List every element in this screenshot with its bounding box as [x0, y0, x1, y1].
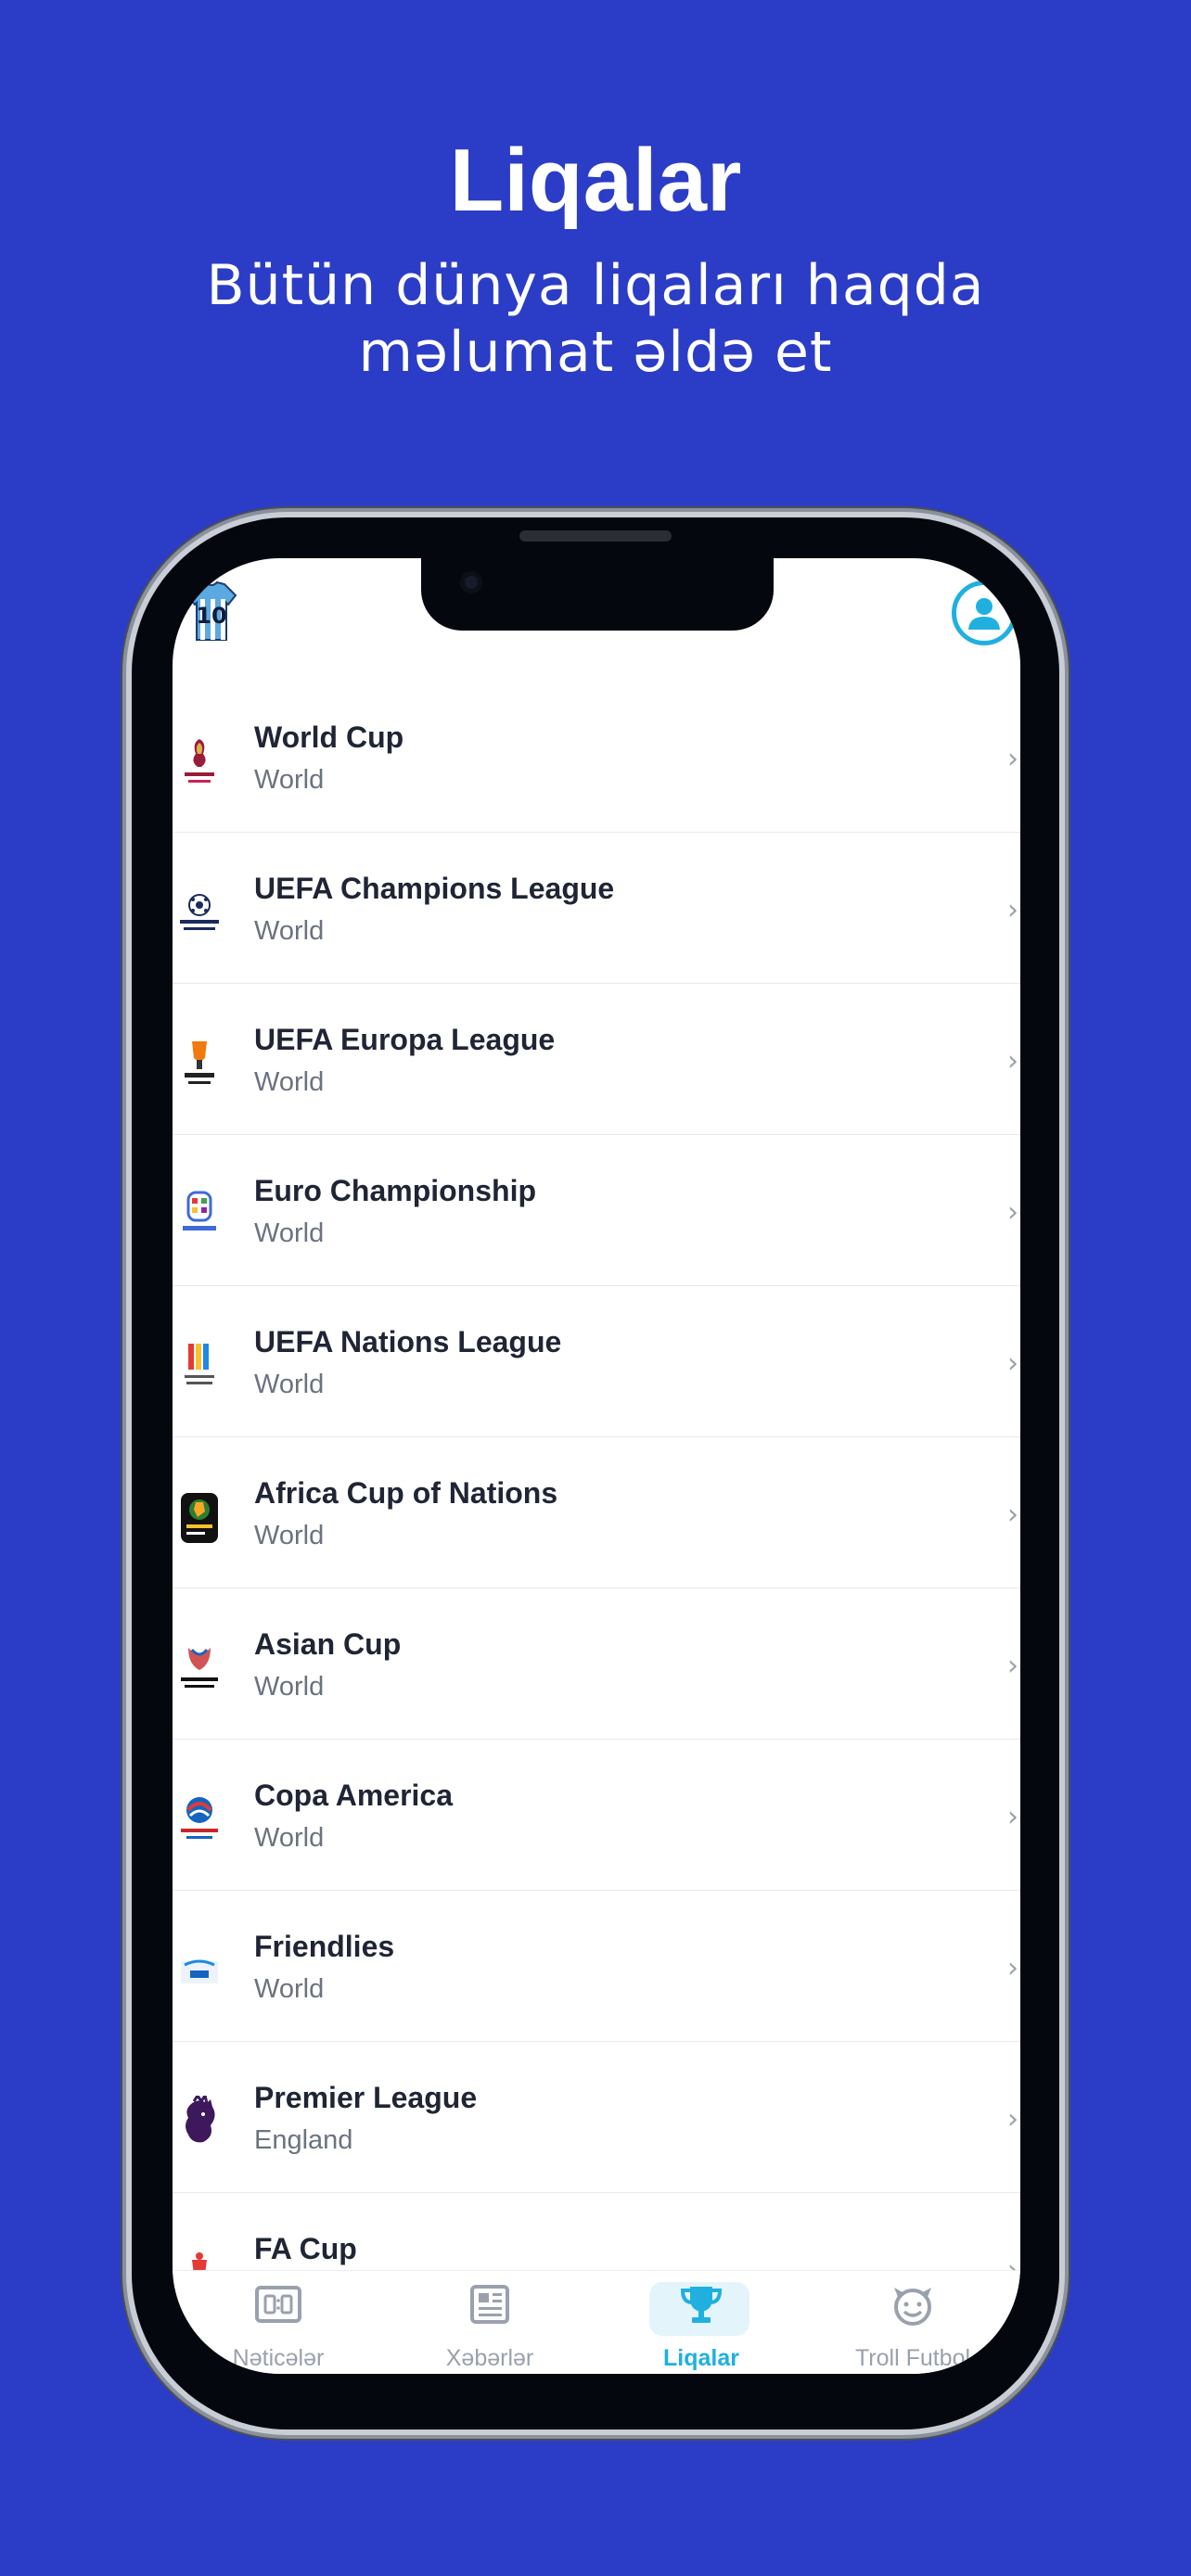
world-cup-logo: [178, 735, 221, 789]
tab-label: Troll Futbol: [854, 2345, 971, 2371]
fifa-logo: [178, 1945, 221, 1998]
tab-leagues[interactable]: Liqalar: [596, 2271, 807, 2374]
league-name: Premier League: [254, 2081, 478, 2114]
mute-switch: [121, 903, 130, 966]
troll-face-icon: [890, 2284, 935, 2331]
promo-subtitle-line-2: məlumat əldə et: [358, 320, 833, 385]
league-country: World: [254, 1672, 325, 1702]
tab-troll-football[interactable]: Troll Futbol: [807, 2271, 1018, 2374]
league-name: UEFA Europa League: [254, 1023, 556, 1056]
europa-league-logo: [178, 1038, 221, 1091]
league-name: UEFA Champions League: [254, 872, 615, 905]
league-item-nations-league[interactable]: UEFA Nations League World ›: [173, 1286, 1020, 1437]
league-name: World Cup: [254, 721, 404, 754]
phone-notch: [421, 558, 774, 631]
tab-label: Nəticələr: [232, 2345, 325, 2371]
chevron-right-icon: ›: [1007, 2103, 1018, 2136]
chevron-right-icon: ›: [1007, 743, 1018, 775]
league-country: World: [254, 1218, 325, 1248]
league-item-friendlies[interactable]: Friendlies World ›: [173, 1891, 1020, 2042]
volume-down-button: [121, 1224, 130, 1361]
promo-title: Liqalar: [449, 131, 742, 230]
phone-screen: 10 World Cup World › UEFA Champions Leag…: [173, 558, 1020, 2374]
champions-league-logo: [178, 886, 221, 940]
chevron-right-icon: ›: [1007, 1498, 1018, 1531]
chevron-right-icon: ›: [1007, 1196, 1018, 1229]
profile-button[interactable]: [952, 580, 1017, 645]
chevron-right-icon: ›: [1007, 1347, 1018, 1380]
caf-logo: [178, 1491, 221, 1545]
chevron-right-icon: ›: [1007, 894, 1018, 926]
jersey-number: 10: [196, 603, 226, 629]
front-camera: [460, 571, 482, 593]
phone-speaker: [519, 530, 672, 542]
league-item-champions-league[interactable]: UEFA Champions League World ›: [173, 833, 1020, 984]
jersey-icon[interactable]: 10: [186, 580, 237, 642]
user-icon: [968, 598, 1000, 630]
afc-asian-cup-logo: [178, 1642, 221, 1696]
league-name: Asian Cup: [254, 1627, 402, 1661]
league-item-asian-cup[interactable]: Asian Cup World ›: [173, 1588, 1020, 1740]
league-item-world-cup[interactable]: World Cup World ›: [173, 682, 1020, 833]
chevron-right-icon: ›: [1007, 1045, 1018, 1078]
copa-america-logo: [178, 1793, 221, 1847]
league-item-premier-league[interactable]: Premier League England ›: [173, 2042, 1020, 2193]
trophy-icon: [680, 2284, 723, 2329]
league-name: Copa America: [254, 1779, 453, 1812]
premier-league-logo: [178, 2096, 221, 2149]
euro-2024-logo: [178, 1189, 221, 1243]
league-list: World Cup World › UEFA Champions League …: [173, 682, 1020, 2344]
chevron-right-icon: ›: [1007, 1952, 1018, 1984]
league-country: World: [254, 1823, 325, 1853]
league-name: Euro Championship: [254, 1174, 536, 1207]
promo-subtitle: Bütün dünya liqaları haqda məlumat əldə …: [0, 252, 1191, 386]
league-item-africa-cup[interactable]: Africa Cup of Nations World ›: [173, 1437, 1020, 1588]
scoreboard-icon: [254, 2284, 302, 2329]
newspaper-icon: [468, 2284, 511, 2329]
league-item-copa-america[interactable]: Copa America World ›: [173, 1740, 1020, 1891]
tab-label: Liqalar: [663, 2345, 739, 2371]
league-name: UEFA Nations League: [254, 1325, 562, 1358]
tab-bar: Nəticələr Xəbərlər Liqalar Troll Futbol: [173, 2270, 1020, 2374]
league-country: World: [254, 1370, 325, 1399]
nations-league-logo: [178, 1340, 221, 1394]
power-button: [1061, 1090, 1070, 1309]
league-item-europa-league[interactable]: UEFA Europa League World ›: [173, 984, 1020, 1135]
league-country: England: [254, 2125, 353, 2155]
chevron-right-icon: ›: [1007, 1801, 1018, 1833]
league-name: Friendlies: [254, 1930, 395, 1963]
league-country: World: [254, 1521, 325, 1550]
league-country: World: [254, 1974, 325, 2004]
league-country: World: [254, 916, 325, 946]
tab-news[interactable]: Xəbərlər: [384, 2271, 596, 2374]
promo-subtitle-line-1: Bütün dünya liqaları haqda: [206, 253, 985, 318]
chevron-right-icon: ›: [1007, 1650, 1018, 1682]
volume-up-button: [121, 1037, 130, 1174]
league-country: World: [254, 1067, 325, 1097]
league-name: FA Cup: [254, 2232, 357, 2265]
tab-results[interactable]: Nəticələr: [173, 2271, 384, 2374]
league-country: World: [254, 765, 325, 795]
league-name: Africa Cup of Nations: [254, 1476, 558, 1510]
tab-label: Xəbərlər: [445, 2345, 534, 2371]
league-item-euro-championship[interactable]: Euro Championship World ›: [173, 1135, 1020, 1286]
